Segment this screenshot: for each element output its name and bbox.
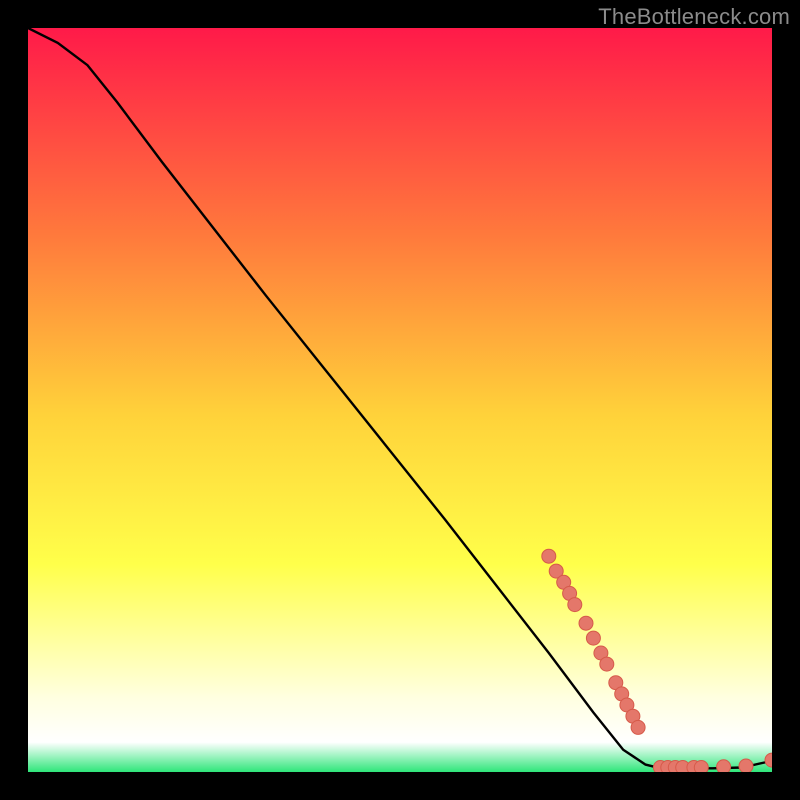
data-marker [694, 761, 708, 773]
plot-area [28, 28, 772, 772]
data-marker [739, 759, 753, 772]
data-marker [542, 549, 556, 563]
gradient-background [28, 28, 772, 772]
chart-svg [28, 28, 772, 772]
data-marker [631, 720, 645, 734]
data-marker [717, 760, 731, 772]
watermark-text: TheBottleneck.com [598, 4, 790, 30]
data-marker [568, 598, 582, 612]
data-marker [600, 657, 614, 671]
data-marker [586, 631, 600, 645]
chart-frame: TheBottleneck.com [0, 0, 800, 800]
data-marker [579, 616, 593, 630]
